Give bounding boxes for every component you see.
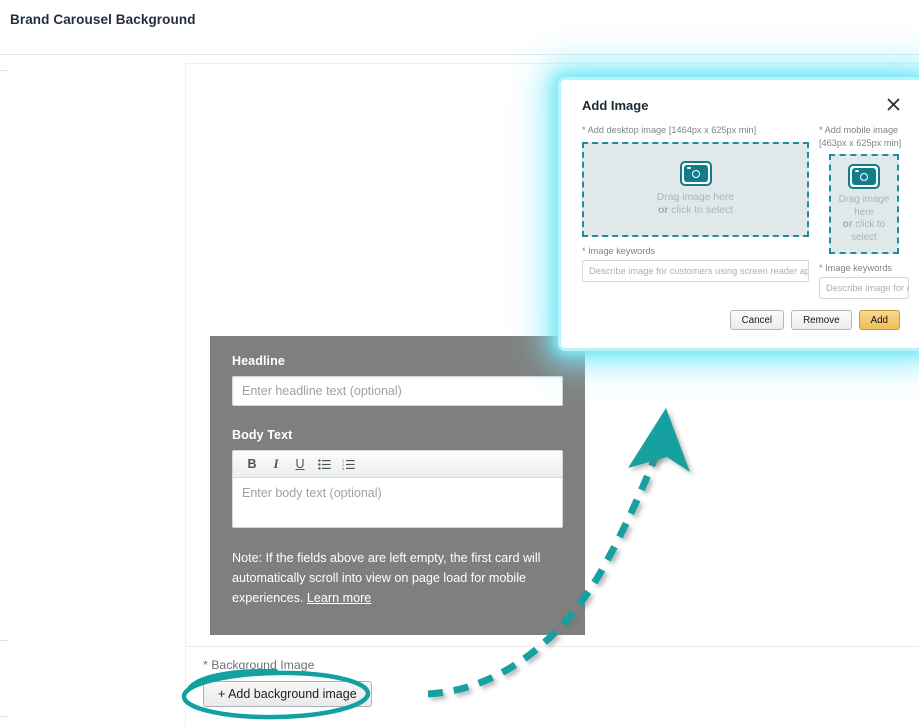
modal-footer: Cancel Remove Add [729,310,900,330]
edge-tick-bottom [0,716,9,717]
desktop-keywords-label: * Image keywords [582,245,656,256]
desktop-dropzone-text: Drag image here or click to select [657,191,734,217]
desktop-dropzone-line1: Drag image here [656,192,735,203]
card-note-text: Note: If the fields above are left empty… [232,551,541,605]
add-background-image-button[interactable]: + Add background image [203,681,372,707]
camera-icon [848,164,880,189]
body-text-placeholder: Enter body text (optional) [242,486,382,500]
numbered-list-icon[interactable]: 1 2 3 [337,454,359,475]
mobile-dropzone-line2: here [854,206,874,218]
add-image-modal: Add Image * Add desktop image [1464px x … [566,85,916,343]
add-button[interactable]: Add [858,310,900,330]
mobile-dropzone-line3: click to [852,219,886,230]
card-note: Note: If the fields above are left empty… [232,548,563,608]
body-text-label: Body Text [232,428,293,442]
mobile-dropzone-line1: Drag image [838,194,890,205]
mobile-keywords-label: * Image keywords [819,263,893,273]
mobile-image-column: * Add mobile image [463px x 625px min] D… [819,124,909,299]
close-icon[interactable] [884,95,902,113]
camera-icon [679,161,712,186]
mobile-keywords-placeholder: Describe image for cust [826,283,908,293]
headline-input[interactable]: Enter headline text (optional) [232,376,563,406]
modal-title: Add Image [582,98,649,113]
app-root: Brand Carousel Background Headline Enter… [0,0,919,727]
mobile-dropzone[interactable]: Drag image here or click to select [829,154,899,254]
desktop-image-label: * Add desktop image [1464px x 625px min] [582,125,757,135]
desktop-dropzone-or: or [657,205,669,216]
cancel-button[interactable]: Cancel [729,310,785,330]
rte-toolbar: B I U 1 2 3 [233,451,562,478]
remove-button[interactable]: Remove [791,310,852,330]
headline-label: Headline [232,354,285,368]
modal-body: * Add desktop image [1464px x 625px min]… [582,124,909,299]
desktop-image-column: * Add desktop image [1464px x 625px min]… [582,124,809,299]
mobile-image-label: * Add mobile image [463px x 625px min] [819,125,902,148]
mobile-keywords-input[interactable]: Describe image for cust [819,277,909,299]
background-image-section: * Background Image + Add background imag… [203,658,372,707]
bold-icon[interactable]: B [241,454,263,475]
header-divider [0,54,919,55]
bulleted-list-icon[interactable] [313,454,335,475]
underline-icon[interactable]: U [289,454,311,475]
desktop-dropzone[interactable]: Drag image here or click to select [582,141,809,237]
italic-icon[interactable]: I [265,454,287,475]
mobile-dropzone-or: or [842,219,853,230]
desktop-keywords-placeholder: Describe image for customers using scree… [589,265,808,276]
carousel-card-editor: Headline Enter headline text (optional) … [210,336,585,635]
page-title: Brand Carousel Background [10,12,196,27]
modal-header: Add Image [582,97,900,119]
mobile-dropzone-line4: select [851,231,877,243]
background-image-label: * Background Image [203,658,315,672]
learn-more-link[interactable]: Learn more [307,591,371,605]
svg-text:3: 3 [342,467,344,470]
mobile-dropzone-text: Drag image here or click to select [839,194,890,244]
desktop-dropzone-line2: click to select [668,205,734,216]
body-text-editor[interactable]: B I U 1 2 3 Enter body text (optional) [232,450,563,528]
headline-placeholder: Enter headline text (optional) [242,384,402,398]
desktop-keywords-input[interactable]: Describe image for customers using scree… [582,259,809,282]
section-divider [186,646,919,647]
edge-tick-top [0,70,9,71]
edge-tick-mid [0,640,9,641]
